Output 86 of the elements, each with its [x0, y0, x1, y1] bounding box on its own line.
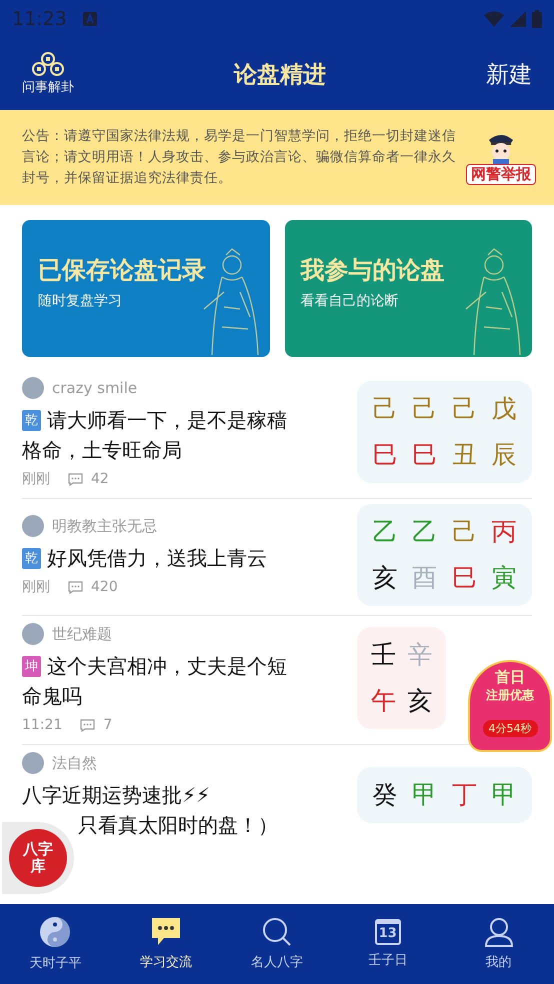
- stem-char: 己: [452, 516, 477, 548]
- comment-count: 42: [91, 471, 109, 487]
- post-time: 刚刚: [22, 470, 50, 488]
- notification-icon: [82, 12, 97, 26]
- post-title[interactable]: 命鬼吗: [22, 681, 82, 711]
- post-time: 11:21: [22, 717, 62, 733]
- stem-char: 己: [372, 393, 398, 425]
- card-title: 我参与的论盘: [300, 255, 444, 286]
- report-button[interactable]: 网警举报: [466, 164, 536, 185]
- card-subtitle: 随时复盘学习: [38, 292, 122, 310]
- stem-char: 丁: [452, 779, 477, 811]
- branch-char: 辰: [492, 439, 517, 471]
- person-icon: [484, 917, 514, 947]
- notice-text: 公告：请遵守国家法律法规，易学是一门智慧学问，拒绝一切封建迷信言论；请文明用语！人身攻击、参与政治言论、骗微信算命者一律永久封号，并保留证据追究法律责任。: [22, 127, 457, 188]
- branch-char: 巳: [372, 439, 398, 471]
- card-title: 已保存论盘记录: [38, 255, 206, 286]
- feature-card[interactable]: 已保存论盘记录 随时复盘学习: [22, 220, 270, 357]
- gender-tag: 坤: [22, 656, 41, 676]
- comment-count: 7: [103, 717, 112, 733]
- gender-tag: 乾: [22, 548, 41, 568]
- branch-char: 亥: [407, 685, 432, 717]
- bazi-library-button[interactable]: 八字库: [9, 829, 67, 887]
- coupon-countdown: 4分54秒: [482, 720, 538, 737]
- branch-char: 酉: [412, 562, 438, 594]
- stem-char: 壬: [370, 639, 396, 671]
- yin-yang-icon: [39, 916, 72, 948]
- avatar: [22, 515, 44, 537]
- post-title[interactable]: 格命，土专旺命局: [22, 435, 182, 465]
- stem-char: 辛: [407, 639, 432, 671]
- author-name: 世纪难题: [52, 624, 112, 644]
- nav-tab[interactable]: 天时子平: [5, 916, 106, 972]
- post-title[interactable]: 只看真太阳时的盘！）: [78, 810, 278, 840]
- logo-button[interactable]: 问事解卦: [22, 52, 74, 96]
- post-title[interactable]: 请大师看一下，是不是稼穑: [47, 405, 287, 435]
- post-title[interactable]: 八字近期运势速批⚡⚡: [22, 780, 210, 810]
- coupon-title: 首日: [495, 668, 525, 687]
- author-name: 法自然: [52, 754, 97, 772]
- stem-char: 乙: [412, 516, 438, 548]
- battery-icon: [532, 10, 542, 28]
- feature-card[interactable]: 我参与的论盘 看看自己的论断: [284, 220, 532, 357]
- bazi-chart[interactable]: 壬 辛 午 亥: [357, 627, 446, 729]
- chat-icon: [150, 917, 182, 947]
- comment-icon: [80, 718, 96, 732]
- search-icon: [262, 917, 292, 947]
- avatar: [22, 623, 44, 645]
- nav-tab[interactable]: 学习交流: [116, 917, 216, 971]
- new-button[interactable]: 新建: [486, 58, 532, 90]
- bazi-chart[interactable]: 癸 甲 丁 甲: [357, 767, 532, 823]
- post-time: 刚刚: [22, 578, 50, 596]
- stem-char: 丙: [492, 516, 517, 548]
- bazi-chart[interactable]: 乙 乙 己 丙 亥 酉 巳 寅: [357, 504, 532, 606]
- comment-icon: [68, 580, 83, 594]
- branch-char: 亥: [372, 562, 398, 594]
- stem-char: 甲: [412, 779, 438, 811]
- stem-char: 戊: [492, 393, 517, 425]
- stem-char: 乙: [372, 516, 398, 548]
- status-time: 11:23: [12, 8, 67, 30]
- calendar-icon: 13: [374, 919, 401, 945]
- author-name: crazy smile: [52, 379, 138, 397]
- stem-char: 癸: [372, 779, 398, 811]
- stem-char: 己: [452, 393, 477, 425]
- post-title[interactable]: 这个夫宫相冲，丈夫是个短: [47, 651, 287, 681]
- branch-char: 午: [370, 685, 396, 717]
- nav-tab[interactable]: 13 壬子日: [338, 919, 438, 969]
- post-title[interactable]: 好风凭借力，送我上青云: [47, 543, 267, 573]
- branch-char: 寅: [492, 562, 517, 594]
- branch-char: 丑: [452, 439, 477, 471]
- branch-char: 巳: [452, 562, 477, 594]
- signal-icon: [510, 11, 526, 27]
- card-subtitle: 看看自己的论断: [300, 292, 398, 310]
- comment-count: 420: [91, 579, 118, 595]
- nav-tab[interactable]: 我的: [448, 917, 549, 971]
- coupon-badge[interactable]: 首日 注册优惠 4分54秒: [468, 660, 552, 752]
- coupon-subtitle: 注册优惠: [486, 687, 534, 704]
- nav-tab[interactable]: 名人八字: [226, 917, 327, 971]
- author-name: 明教教主张无忌: [52, 516, 157, 536]
- bazi-chart[interactable]: 己 己 己 戊 巳 巳 丑 辰: [357, 381, 532, 483]
- avatar: [22, 752, 44, 774]
- avatar: [22, 377, 44, 399]
- stem-char: 己: [412, 393, 438, 425]
- gender-tag: 乾: [22, 410, 41, 430]
- comment-icon: [68, 472, 83, 486]
- page-title: 论盘精进: [234, 60, 326, 90]
- stem-char: 甲: [492, 779, 517, 811]
- branch-char: 巳: [412, 439, 438, 471]
- wifi-icon: [484, 11, 504, 27]
